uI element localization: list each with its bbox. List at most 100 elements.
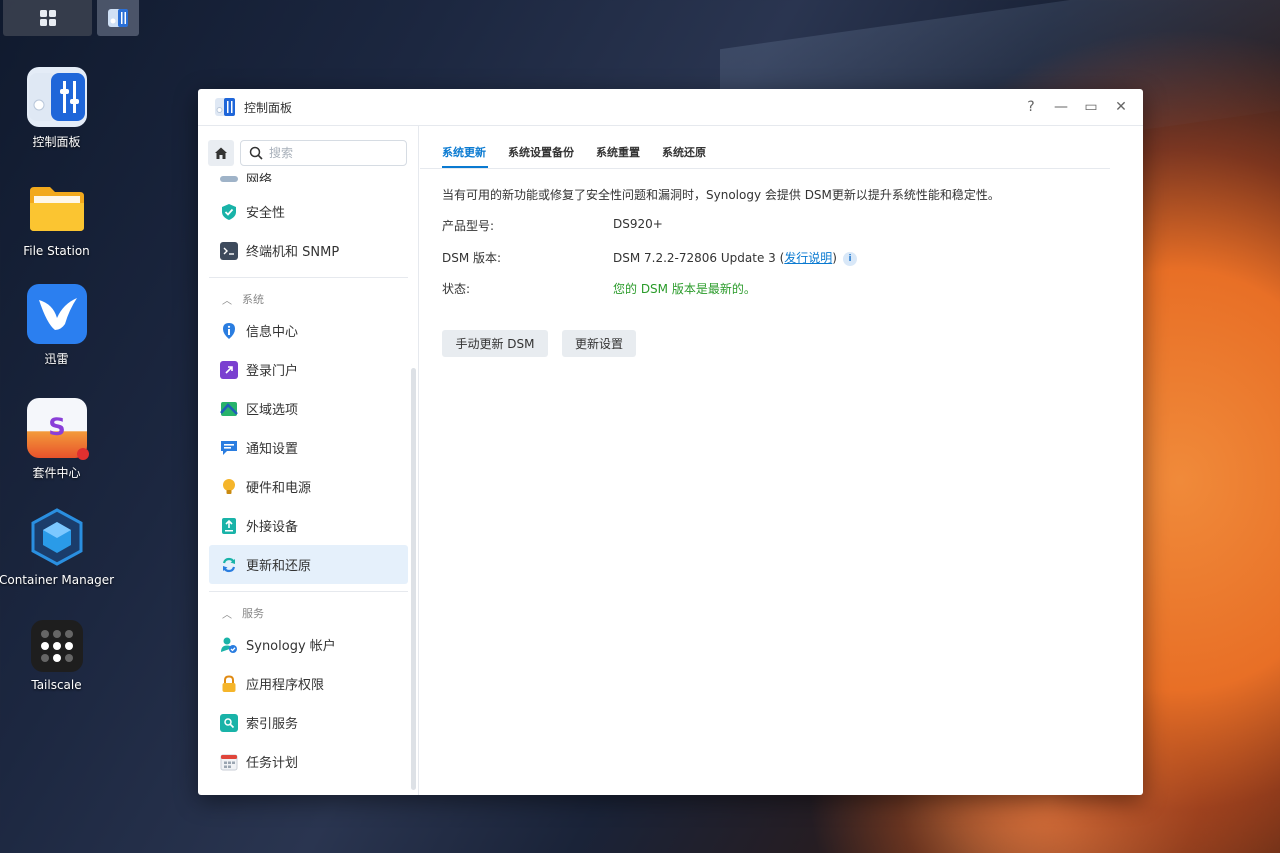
update-settings-button[interactable]: 更新设置 <box>562 330 636 357</box>
sidebar-item-task-scheduler[interactable]: 任务计划 <box>209 742 408 781</box>
window-title: 控制面板 <box>244 100 293 115</box>
update-description: 当有可用的新功能或修复了安全性问题和漏洞时，Synology 会提供 DSM更新… <box>442 188 1000 202</box>
desktop-icon-control-panel[interactable]: 控制面板 <box>0 67 113 150</box>
search-box[interactable] <box>240 140 407 166</box>
home-button[interactable] <box>208 140 234 166</box>
main-menu-button[interactable] <box>3 0 92 36</box>
sidebar-item-label: 外接设备 <box>246 520 299 535</box>
desktop-icon-label: Container Manager <box>0 573 115 587</box>
info-icon <box>220 322 238 340</box>
section-system-toggle[interactable]: ︿ 系统 <box>222 291 264 307</box>
package-center-icon: S <box>26 398 89 460</box>
tab-divider <box>420 168 1110 169</box>
sidebar-item-external-devices[interactable]: 外接设备 <box>209 506 408 545</box>
sidebar-item-label: 终端机和 SNMP <box>246 245 340 260</box>
notification-badge <box>76 448 89 460</box>
search-input[interactable] <box>269 146 389 160</box>
sidebar-item-region[interactable]: 区域选项 <box>209 389 408 428</box>
divider <box>209 277 408 278</box>
sidebar-item-update-restore[interactable]: 更新和还原 <box>209 545 408 584</box>
control-panel-window: 控制面板 ? — ▭ ✕ 网络 安全性 <box>198 89 1143 795</box>
desktop-icon-tailscale[interactable]: Tailscale <box>0 620 113 692</box>
section-services-toggle[interactable]: ︿ 服务 <box>222 605 264 621</box>
sidebar-item-security[interactable]: 安全性 <box>209 192 408 231</box>
bird-icon <box>26 284 87 344</box>
sidebar-item-label: 安全性 <box>246 206 286 221</box>
desktop-icon-file-station[interactable]: File Station <box>0 178 113 258</box>
sidebar-item-label: 任务计划 <box>246 756 299 771</box>
sidebar-item-label: 登录门户 <box>246 364 299 379</box>
sidebar-item-label: 索引服务 <box>246 717 299 732</box>
taskbar-control-panel[interactable] <box>97 0 139 36</box>
control-panel-icon <box>215 98 235 116</box>
main-content: 系统更新 系统设置备份 系统重置 系统还原 当有可用的新功能或修复了安全性问题和… <box>420 126 1143 795</box>
active-tab-indicator <box>442 166 488 168</box>
sidebar-item-app-privileges[interactable]: 应用程序权限 <box>209 664 408 703</box>
svg-text:S: S <box>48 413 65 441</box>
desktop-icon-container-manager[interactable]: Container Manager <box>0 507 115 587</box>
chevron-up-icon: ︿ <box>222 609 232 621</box>
sidebar-item-label: 网络 <box>246 173 273 182</box>
dsm-version-suffix: ) <box>832 251 837 265</box>
divider <box>209 591 408 592</box>
lock-icon <box>220 674 238 693</box>
maximize-icon[interactable]: ▭ <box>1083 98 1099 116</box>
account-icon <box>220 636 238 654</box>
window-titlebar[interactable]: 控制面板 ? — ▭ ✕ <box>198 89 1143 126</box>
close-icon[interactable]: ✕ <box>1113 98 1129 116</box>
model-value: DS920+ <box>613 217 663 231</box>
home-icon <box>215 147 227 159</box>
tab-config-backup[interactable]: 系统设置备份 <box>508 144 574 170</box>
status-value: 您的 DSM 版本是最新的。 <box>613 282 756 296</box>
dsm-version-label: DSM 版本: <box>442 251 502 265</box>
external-device-icon <box>220 517 238 535</box>
sidebar-item-info-center[interactable]: 信息中心 <box>209 311 408 350</box>
sidebar-item-label: 信息中心 <box>246 325 299 340</box>
info-icon[interactable]: i <box>842 251 857 266</box>
release-notes-link[interactable]: 发行说明 <box>784 251 832 265</box>
control-panel-icon <box>108 9 128 27</box>
sidebar-item-terminal[interactable]: 终端机和 SNMP <box>209 231 408 270</box>
dsm-version-value: DSM 7.2.2-72806 Update 3 (发行说明) i <box>613 249 857 266</box>
manual-update-button[interactable]: 手动更新 DSM <box>442 330 548 357</box>
region-icon <box>220 400 238 418</box>
sidebar-item-label: 区域选项 <box>246 403 299 418</box>
sidebar-item-label: Synology 帐户 <box>246 639 336 654</box>
chevron-up-icon: ︿ <box>222 295 232 307</box>
tailscale-icon <box>30 620 83 672</box>
terminal-icon <box>220 241 238 260</box>
sidebar-item-label: 硬件和电源 <box>246 481 312 496</box>
section-label: 系统 <box>242 293 264 306</box>
notification-icon <box>220 439 238 457</box>
model-label: 产品型号: <box>442 219 495 233</box>
sidebar-item-indexing-service[interactable]: 索引服务 <box>209 703 408 742</box>
dsm-version-text: DSM 7.2.2-72806 Update 3 ( <box>613 251 785 265</box>
tab-system-reset[interactable]: 系统重置 <box>596 144 640 170</box>
sidebar-item-network[interactable]: 网络 <box>209 168 408 182</box>
sidebar-item-label: 更新和还原 <box>246 559 312 574</box>
sidebar-item-notification[interactable]: 通知设置 <box>209 428 408 467</box>
grid-icon <box>39 10 56 26</box>
shield-icon <box>220 203 238 221</box>
sidebar-item-hardware-power[interactable]: 硬件和电源 <box>209 467 408 506</box>
sidebar-item-login-portal[interactable]: 登录门户 <box>209 350 408 389</box>
sidebar-item-synology-account[interactable]: Synology 帐户 <box>209 625 408 664</box>
desktop-icon-label: 迅雷 <box>44 352 69 366</box>
sidebar-scrollbar[interactable] <box>411 368 416 790</box>
status-label: 状态: <box>442 282 471 296</box>
bulb-icon <box>220 478 238 496</box>
minimize-icon[interactable]: — <box>1053 98 1069 116</box>
container-icon <box>27 507 87 567</box>
sidebar-item-label: 通知设置 <box>246 442 299 457</box>
help-icon[interactable]: ? <box>1023 98 1039 116</box>
network-icon <box>220 176 238 182</box>
desktop-icon-label: 套件中心 <box>32 466 81 480</box>
folder-icon <box>27 178 87 238</box>
section-label: 服务 <box>242 607 264 620</box>
search-icon <box>249 146 263 160</box>
desktop-icon-label: Tailscale <box>31 678 82 692</box>
update-icon <box>220 556 238 574</box>
desktop-icon-xunlei[interactable]: 迅雷 <box>0 284 113 367</box>
tab-system-restore[interactable]: 系统还原 <box>662 144 706 170</box>
desktop-icon-package-center[interactable]: S 套件中心 <box>0 398 113 481</box>
